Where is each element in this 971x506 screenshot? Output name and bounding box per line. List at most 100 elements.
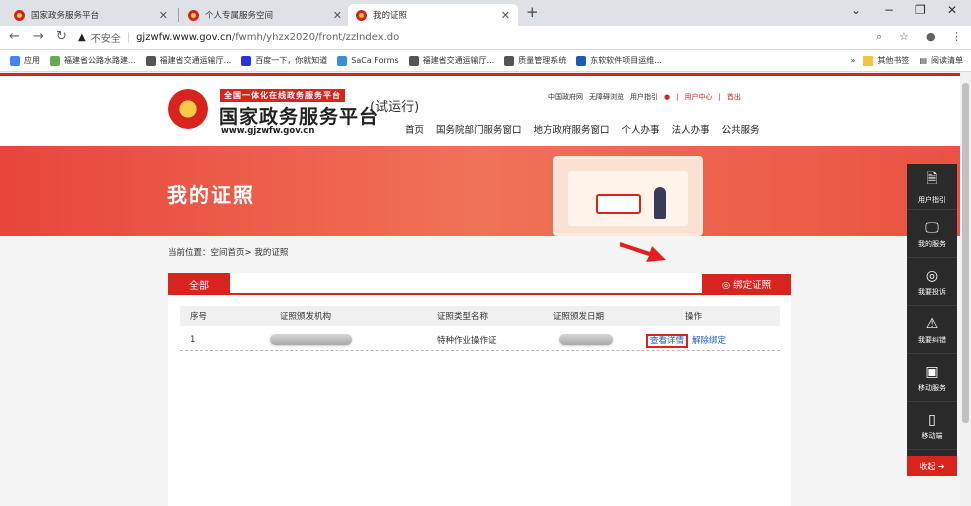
- sidebar-item-label: 移动服务: [918, 384, 946, 392]
- bookmark-item[interactable]: 质量管理系统: [504, 55, 566, 66]
- web-page: 全国一体化在线政务服务平台 国家政务服务平台 www.gjzwfw.gov.cn…: [0, 73, 960, 506]
- link-gov[interactable]: 中国政府网: [548, 92, 583, 102]
- forward-icon[interactable]: →: [33, 29, 44, 44]
- row-index: 1: [190, 334, 196, 345]
- sidebar-item-label: 用户指引: [918, 196, 946, 204]
- bookmarks-right: » 其他书签 ▤ 阅读清单: [851, 55, 963, 66]
- bookmark-item[interactable]: 福建省公路水路建...: [50, 55, 136, 66]
- certificate-type: 特种作业操作证: [437, 335, 497, 346]
- apps-icon: [10, 55, 20, 66]
- folder-icon: [863, 55, 874, 66]
- row-actions: 查看详情 解除绑定: [646, 333, 726, 348]
- content-area: 当前位置：空间首页> 我的证照 全部 ◎ 绑定证照 序号 证照颁发机构 证照类型…: [0, 236, 960, 506]
- url-host: gjzwfw.www.gov.cn: [136, 32, 232, 43]
- other-bookmarks[interactable]: 其他书签: [877, 55, 909, 66]
- bookmarks-bar: 应用 福建省公路水路建... 福建省交通运输厅... 百度一下，你就知道 SaCa Fo…: [0, 50, 971, 72]
- sidebar-item-label: 我的服务: [918, 240, 946, 248]
- close-icon[interactable]: ✕: [333, 9, 342, 22]
- sidebar-item[interactable]: ▣ 移动服务: [907, 356, 957, 402]
- unbind-link[interactable]: 解除绑定: [692, 336, 726, 346]
- link-logout[interactable]: 首出: [727, 92, 741, 102]
- column-header: 操作: [685, 312, 703, 322]
- sidebar-item[interactable]: ▯ 移动端: [907, 404, 957, 450]
- close-icon[interactable]: ✕: [501, 9, 510, 22]
- link-divider: |: [676, 93, 679, 101]
- bookmark-item[interactable]: 福建省交通运输厅...: [408, 55, 495, 66]
- bookmark-label: 福建省交通运输厅...: [159, 56, 232, 65]
- bind-certificate-button[interactable]: ◎ 绑定证照: [702, 274, 791, 293]
- browser-tab-1[interactable]: 国家政务服务平台 ✕: [6, 4, 176, 26]
- emblem-favicon-icon: [188, 9, 199, 21]
- sidebar-item[interactable]: ⚠ 我要纠错: [907, 308, 957, 354]
- zoom-icon[interactable]: ⌕: [876, 30, 882, 44]
- logo-title[interactable]: 国家政务服务平台: [219, 102, 379, 129]
- minimize-icon[interactable]: −: [884, 3, 894, 17]
- url-divider: |: [126, 32, 131, 43]
- nav-local-gov[interactable]: 地方政府服务窗口: [534, 122, 610, 136]
- bookmark-label: SaCa Forms: [351, 56, 399, 65]
- nav-home[interactable]: 首页: [405, 122, 424, 136]
- tab-all[interactable]: 全部: [168, 273, 230, 295]
- browser-tab-2[interactable]: 个人专属服务空间 ✕: [180, 4, 350, 26]
- baidu-icon: [241, 55, 252, 66]
- close-icon[interactable]: ✕: [159, 9, 168, 22]
- tab-search-icon[interactable]: ⌄: [851, 3, 861, 17]
- url-field[interactable]: ▲ 不安全 | gjzwfw.www.gov.cn /fwmh/yhzx2020…: [78, 28, 858, 47]
- link-user-guide[interactable]: 用户指引: [630, 92, 658, 102]
- link-accessibility[interactable]: 无障碍浏览: [589, 92, 624, 102]
- bookmark-label: 福建省交通运输厅...: [422, 56, 495, 65]
- profile-icon[interactable]: ●: [926, 30, 936, 43]
- chevron-right-icon[interactable]: »: [851, 56, 856, 65]
- panel-tabs: 全部 ◎ 绑定证照: [168, 273, 791, 295]
- bookmark-item[interactable]: SaCa Forms: [337, 55, 399, 66]
- collapse-button[interactable]: 收起 ➔: [907, 456, 957, 476]
- bookmark-item[interactable]: 应用: [10, 55, 40, 66]
- tab-label: 国家政务服务平台: [31, 11, 100, 21]
- bookmark-label: 应用: [24, 56, 40, 65]
- nav-corporate[interactable]: 法人办事: [672, 122, 710, 136]
- table-header: 序号 证照颁发机构 证照类型名称 证照颁发日期 操作: [180, 306, 780, 326]
- browser-tab-3[interactable]: 我的证照 ✕: [348, 4, 518, 26]
- reload-icon[interactable]: ↻: [56, 29, 67, 44]
- scrollbar-thumb[interactable]: [962, 83, 969, 423]
- warning-icon: ▲: [78, 32, 86, 43]
- sidebar-item[interactable]: 🗎 用户指引: [907, 164, 957, 210]
- close-window-icon[interactable]: ✕: [947, 3, 957, 17]
- column-header: 序号: [190, 312, 208, 322]
- bookmark-item[interactable]: 东软软件项目运维...: [576, 55, 662, 66]
- url-path: /fwmh/yhzx2020/front/zzIndex.do: [231, 32, 400, 43]
- column-header: 证照类型名称: [437, 312, 489, 322]
- nav-personal[interactable]: 个人办事: [622, 122, 660, 136]
- guide-icon: 🗎: [926, 171, 938, 187]
- back-icon[interactable]: ←: [9, 29, 20, 44]
- menu-icon[interactable]: ⋮: [951, 30, 962, 43]
- bookmark-item[interactable]: 福建省交通运输厅...: [145, 55, 232, 66]
- nav-public[interactable]: 公共服务: [722, 122, 760, 136]
- complaint-icon: ◎: [925, 268, 939, 284]
- view-details-link[interactable]: 查看详情: [646, 333, 689, 348]
- site-header: 全国一体化在线政务服务平台 国家政务服务平台 www.gjzwfw.gov.cn…: [0, 76, 960, 146]
- annotation-arrow-icon: [620, 242, 666, 262]
- globe-icon: [408, 55, 419, 66]
- new-tab-icon[interactable]: +: [526, 3, 539, 21]
- phone-icon: ▯: [928, 412, 936, 428]
- tab-divider: [178, 8, 179, 22]
- bookmark-label: 质量管理系统: [518, 56, 567, 65]
- link-user-center[interactable]: 用户中心: [684, 92, 712, 102]
- sidebar-item[interactable]: 🖵 我的服务: [907, 212, 957, 258]
- nav-state-council[interactable]: 国务院部门服务窗口: [436, 122, 522, 136]
- bookmark-label: 东软软件项目运维...: [590, 56, 662, 65]
- user-icon[interactable]: ●: [664, 93, 670, 101]
- globe-icon: [145, 55, 156, 66]
- tab-label: 个人专属服务空间: [205, 11, 274, 21]
- bookmark-item[interactable]: 百度一下，你就知道: [241, 55, 327, 66]
- star-icon[interactable]: ☆: [899, 30, 909, 43]
- sidebar-item-label: 我要纠错: [918, 336, 946, 344]
- restore-icon[interactable]: ❐: [915, 3, 926, 17]
- certificate-illustration: [553, 156, 703, 236]
- security-label: 不安全: [90, 34, 121, 45]
- sidebar-item[interactable]: ◎ 我要投诉: [907, 260, 957, 306]
- main-nav: 首页 国务院部门服务窗口 地方政府服务窗口 个人办事 法人办事 公共服务: [405, 122, 772, 136]
- reading-list[interactable]: 阅读清单: [931, 55, 963, 66]
- page-scrollbar[interactable]: [960, 73, 971, 506]
